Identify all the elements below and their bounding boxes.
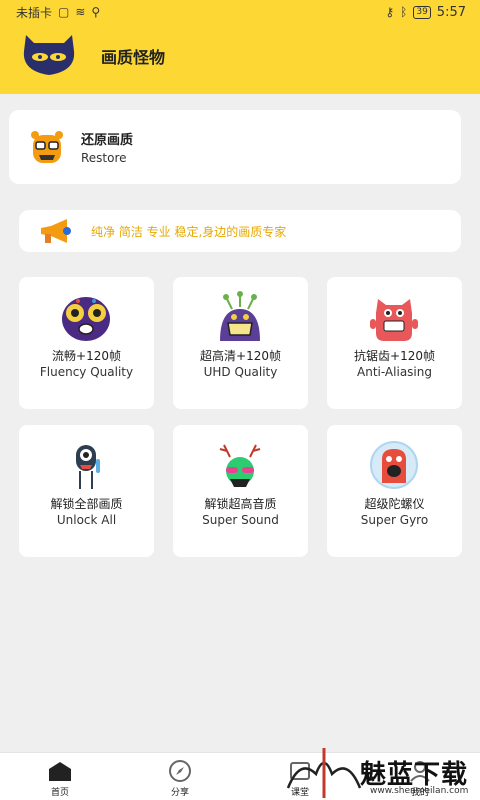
feature-title: 超高清+120帧 <box>200 349 281 363</box>
key-icon: ⚷ <box>385 5 395 19</box>
carrier-text: 未插卡 <box>16 5 53 20</box>
watermark-url: www.shenmeilan.com <box>370 786 469 796</box>
tab-share[interactable]: 分享 <box>140 759 220 798</box>
feature-title: 超级陀螺仪 <box>364 497 425 511</box>
compass-icon <box>169 760 191 782</box>
tab-share-label: 分享 <box>170 788 189 798</box>
monster-logo-icon <box>23 35 75 75</box>
feature-title: 解锁全部画质 <box>50 497 123 511</box>
purple-monster-icon <box>62 297 110 341</box>
feature-subtitle: Super Sound <box>202 513 279 527</box>
slogan-text: 纯净 简洁 专业 稳定,身边的画质专家 <box>91 224 287 239</box>
status-bar: 未插卡 ▢ ≋ ⚲ ⚷ ᛒ 39 5:57 <box>0 0 480 24</box>
feature-subtitle: UHD Quality <box>203 365 278 379</box>
usb-icon: ⚲ <box>91 5 101 19</box>
restore-title: 还原画质 <box>81 133 134 148</box>
tab-home[interactable]: 首页 <box>20 759 100 798</box>
restore-subtitle: Restore <box>81 151 127 165</box>
clock: 5:57 <box>436 4 466 20</box>
feature-title: 流畅+120帧 <box>52 349 121 363</box>
orange-monster-icon <box>31 131 63 163</box>
wifi-icon: ≋ <box>75 5 86 19</box>
home-icon <box>49 762 71 781</box>
megaphone-icon <box>41 219 71 243</box>
tab-home-label: 首页 <box>50 788 69 798</box>
antler-monster-icon <box>219 444 261 487</box>
feature-subtitle: Fluency Quality <box>39 365 134 379</box>
slogan-banner: 纯净 简洁 专业 稳定,身边的画质专家 <box>19 210 461 252</box>
feature-subtitle: Super Gyro <box>360 513 429 527</box>
feature-title: 解锁超高音质 <box>204 497 277 511</box>
red-monster-icon <box>370 299 418 341</box>
feature-subtitle: Unlock All <box>56 513 117 527</box>
sim-icon: ▢ <box>58 5 70 19</box>
feature-card-super-sound[interactable]: 解锁超高音质 Super Sound <box>173 425 308 557</box>
feature-card-unlock-all[interactable]: 解锁全部画质 Unlock All <box>19 425 154 557</box>
feature-subtitle: Anti-Aliasing <box>357 365 432 379</box>
alien-monster-icon <box>220 291 260 341</box>
battery-icon: 39 <box>413 5 431 19</box>
bluetooth-icon: ᛒ <box>400 5 408 19</box>
restore-card[interactable]: 还原画质 Restore <box>9 110 461 184</box>
feature-card-anti-aliasing[interactable]: 抗锯齿+120帧 Anti-Aliasing <box>327 277 462 409</box>
feature-card-super-gyro[interactable]: 超级陀螺仪 Super Gyro <box>327 425 462 557</box>
feature-title: 抗锯齿+120帧 <box>354 349 435 363</box>
feature-card-fluency[interactable]: 流畅+120帧 Fluency Quality <box>19 277 154 409</box>
cyclops-monster-icon <box>76 445 100 489</box>
bubble-monster-icon <box>370 441 418 489</box>
feature-card-uhd[interactable]: 超高清+120帧 UHD Quality <box>173 277 308 409</box>
app-title: 画质怪物 <box>101 48 166 67</box>
app-header: 未插卡 ▢ ≋ ⚲ ⚷ ᛒ 39 5:57 画质怪物 <box>0 0 480 94</box>
